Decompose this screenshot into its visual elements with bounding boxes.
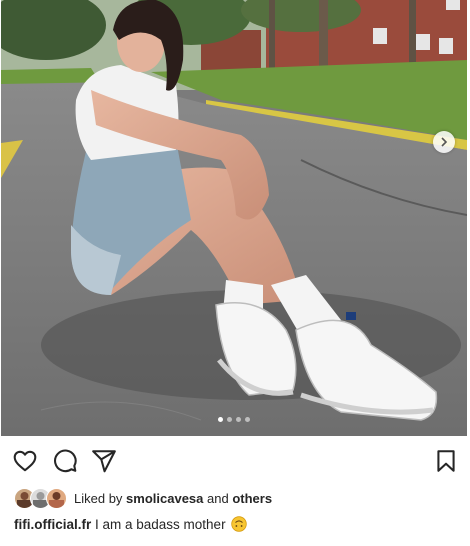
liker-avatars[interactable] (14, 487, 68, 509)
chevron-right-icon (441, 137, 448, 147)
post-caption: fifi.official.fr I am a badass mother (14, 516, 247, 532)
likes-prefix: Liked by (74, 490, 127, 506)
others-link[interactable]: others (232, 491, 272, 506)
carousel-next-button[interactable] (433, 131, 455, 153)
post-photo[interactable] (1, 0, 467, 436)
caption-text: I am a badass mother (91, 516, 226, 532)
likes-summary: Liked by smolicavesa and others (14, 487, 272, 509)
heart-icon (13, 450, 37, 472)
share-icon (92, 450, 116, 473)
bookmark-icon (437, 450, 455, 472)
like-button[interactable] (12, 448, 38, 474)
liker-username[interactable]: smolicavesa (126, 491, 203, 506)
upside-down-face-emoji-icon (230, 516, 247, 532)
instagram-post: Liked by smolicavesa and others fifi.off… (0, 0, 470, 546)
save-button[interactable] (433, 448, 459, 474)
carousel-indicator (1, 417, 467, 422)
post-action-bar (0, 436, 470, 482)
avatar (46, 488, 67, 509)
carousel-dot-active (218, 417, 223, 422)
comment-button[interactable] (52, 448, 78, 474)
comment-icon (54, 449, 77, 473)
caption-username[interactable]: fifi.official.fr (14, 517, 91, 532)
post-photo-illustration (1, 0, 467, 436)
share-button[interactable] (91, 448, 117, 474)
carousel-dot (227, 417, 232, 422)
likes-middle: and (203, 490, 233, 506)
carousel-dot (245, 417, 250, 422)
carousel-dot (236, 417, 241, 422)
